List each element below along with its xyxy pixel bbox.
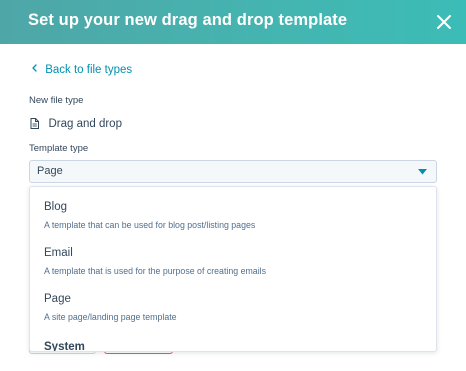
file-type-label: New file type xyxy=(29,95,84,106)
document-icon xyxy=(30,118,39,130)
option-description: A site page/landing page template xyxy=(44,312,177,322)
template-type-select[interactable]: Page xyxy=(29,160,437,183)
file-type-value: Drag and drop xyxy=(30,115,122,130)
close-button[interactable] xyxy=(433,11,455,33)
template-type-dropdown: Blog A template that can be used for blo… xyxy=(29,186,437,352)
option-description: A template that is used for the purpose … xyxy=(44,266,267,276)
template-type-selected: Page xyxy=(37,165,63,177)
option-page[interactable]: Page A site page/landing page template xyxy=(30,279,436,325)
option-description: A template that can be used for blog pos… xyxy=(44,220,256,230)
modal-title: Set up your new drag and drop template xyxy=(28,11,348,29)
option-title: Email xyxy=(44,247,73,259)
option-title: System xyxy=(44,341,85,352)
option-email[interactable]: Email A template that is used for the pu… xyxy=(30,233,436,279)
option-system[interactable]: System xyxy=(30,327,436,352)
back-to-file-types-link[interactable]: Back to file types xyxy=(30,63,132,79)
back-link-label: Back to file types xyxy=(45,64,133,76)
option-title: Page xyxy=(44,293,71,305)
option-title: Blog xyxy=(44,201,68,213)
chevron-left-icon xyxy=(32,64,37,72)
caret-down-icon xyxy=(418,169,427,175)
option-blog[interactable]: Blog A template that can be used for blo… xyxy=(30,187,436,233)
modal-header: Set up your new drag and drop template xyxy=(0,0,466,44)
close-icon xyxy=(437,15,451,29)
template-type-label: Template type xyxy=(29,143,89,154)
file-type-text: Drag and drop xyxy=(48,117,122,130)
